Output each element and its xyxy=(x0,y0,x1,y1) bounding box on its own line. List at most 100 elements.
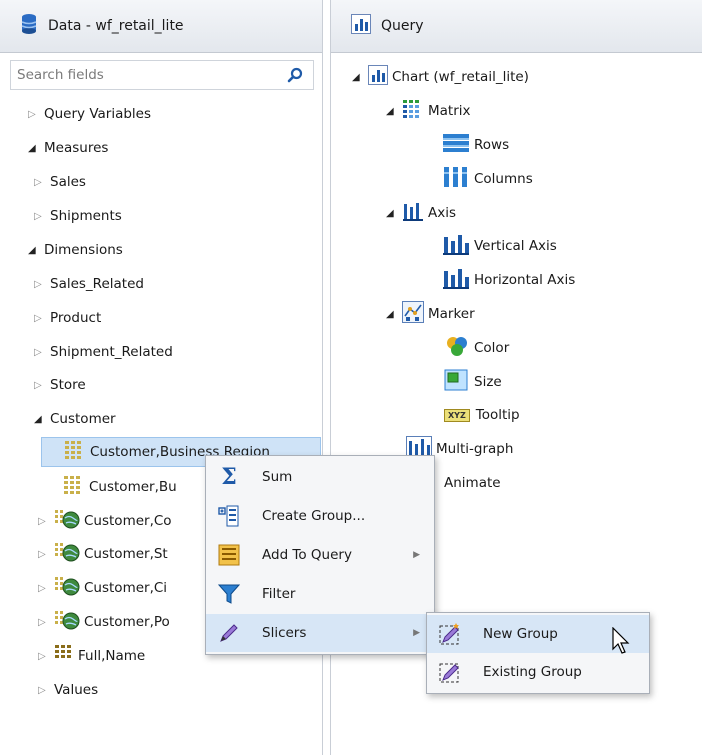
tree-label: Measures xyxy=(44,140,109,156)
tree-label: Shipment_Related xyxy=(50,344,173,360)
collapse-arrow-icon[interactable]: ◢ xyxy=(386,309,402,320)
context-menu: Σ Sum Create Group... Add To Query ▶ Fil… xyxy=(205,455,435,655)
data-panel-header: Data - wf_retail_lite xyxy=(0,0,322,53)
tree-label: Shipments xyxy=(50,208,122,224)
menu-item-add-to-query[interactable]: Add To Query ▶ xyxy=(206,536,434,574)
search-input[interactable]: Search fields xyxy=(10,60,314,90)
tree-item-tooltip[interactable]: XYZ Tooltip xyxy=(444,402,520,428)
tree-item-vertical-axis[interactable]: Vertical Axis xyxy=(442,233,557,259)
columns-icon xyxy=(442,166,470,192)
tree-label: Dimensions xyxy=(44,242,123,258)
search-icon[interactable] xyxy=(287,67,303,87)
color-icon xyxy=(444,335,470,361)
expand-arrow-icon[interactable]: ▷ xyxy=(34,313,50,324)
submenu-arrow-icon: ▶ xyxy=(413,628,420,638)
tree-label: Rows xyxy=(474,137,510,153)
tree-item-customer-st[interactable]: ▷ Customer,St xyxy=(38,541,168,567)
slicers-pen-icon xyxy=(216,620,242,646)
menu-label: Existing Group xyxy=(483,664,582,680)
tree-item-animate[interactable]: Animate xyxy=(444,470,501,496)
tree-item-product[interactable]: ▷ Product xyxy=(34,305,101,331)
tree-label: Marker xyxy=(428,306,475,322)
tree-item-matrix[interactable]: ◢ Matrix xyxy=(386,98,471,124)
tree-item-measures[interactable]: ◢ Measures xyxy=(28,135,108,161)
tree-item-customer-co[interactable]: ▷ Customer,Co xyxy=(38,508,172,534)
tree-label: Color xyxy=(474,340,510,356)
tree-item-store[interactable]: ▷ Store xyxy=(34,372,86,398)
tree-item-columns[interactable]: Columns xyxy=(442,166,533,192)
tree-label: Query Variables xyxy=(44,106,152,122)
tree-item-rows[interactable]: Rows xyxy=(442,132,509,158)
axis-icon xyxy=(402,201,424,225)
expand-arrow-icon[interactable]: ▷ xyxy=(34,279,50,290)
tree-item-dimensions[interactable]: ◢ Dimensions xyxy=(28,237,123,263)
tree-item-axis[interactable]: ◢ Axis xyxy=(386,200,456,226)
expand-arrow-icon[interactable]: ▷ xyxy=(34,380,50,391)
menu-item-sum[interactable]: Σ Sum xyxy=(206,458,434,496)
collapse-arrow-icon[interactable]: ◢ xyxy=(28,245,44,256)
expand-arrow-icon[interactable]: ▷ xyxy=(28,109,44,120)
expand-arrow-icon[interactable]: ▷ xyxy=(38,583,54,594)
dimension-grid-icon xyxy=(63,475,85,499)
hierarchy-globe-icon xyxy=(54,609,80,635)
collapse-arrow-icon[interactable]: ◢ xyxy=(34,414,50,425)
expand-arrow-icon[interactable]: ▷ xyxy=(38,651,54,662)
collapse-arrow-icon[interactable]: ◢ xyxy=(386,208,402,219)
tree-item-color[interactable]: Color xyxy=(444,335,509,361)
hierarchy-globe-icon xyxy=(54,575,80,601)
tree-item-customer[interactable]: ◢ Customer xyxy=(34,406,116,432)
menu-item-filter[interactable]: Filter xyxy=(206,575,434,613)
search-placeholder: Search fields xyxy=(17,67,104,83)
expand-arrow-icon[interactable]: ▷ xyxy=(34,177,50,188)
expand-arrow-icon[interactable]: ▷ xyxy=(38,685,54,696)
tree-label: Customer,Po xyxy=(84,614,170,630)
existing-group-icon xyxy=(437,659,463,685)
sigma-icon: Σ xyxy=(221,464,237,490)
tree-label: Product xyxy=(50,310,102,326)
menu-item-create-group[interactable]: Create Group... xyxy=(206,497,434,535)
menu-label: Slicers xyxy=(262,625,307,641)
tree-label: Sales_Related xyxy=(50,276,144,292)
expand-arrow-icon[interactable]: ▷ xyxy=(34,347,50,358)
menu-label: New Group xyxy=(483,626,558,642)
hierarchy-globe-icon xyxy=(54,508,80,534)
tree-label: Tooltip xyxy=(475,407,520,423)
tree-item-customer-po[interactable]: ▷ Customer,Po xyxy=(38,609,170,635)
tree-item-full-name[interactable]: ▷ Full,Name xyxy=(38,643,145,669)
expand-arrow-icon[interactable]: ▷ xyxy=(34,211,50,222)
collapse-arrow-icon[interactable]: ◢ xyxy=(386,106,402,117)
tree-item-chart[interactable]: ◢ Chart (wf_retail_lite) xyxy=(352,64,529,90)
tree-label: Matrix xyxy=(428,103,471,119)
collapse-arrow-icon[interactable]: ◢ xyxy=(28,143,44,154)
expand-arrow-icon[interactable]: ▷ xyxy=(38,516,54,527)
tree-item-customer-ci[interactable]: ▷ Customer,Ci xyxy=(38,575,167,601)
tree-item-marker[interactable]: ◢ Marker xyxy=(386,301,475,327)
tree-item-size[interactable]: Size xyxy=(444,369,502,395)
tree-label: Store xyxy=(50,377,86,393)
tree-item-shipments[interactable]: ▷ Shipments xyxy=(34,203,122,229)
chart-icon xyxy=(368,65,388,89)
tree-label: Multi-graph xyxy=(436,441,514,457)
menu-label: Create Group... xyxy=(262,508,366,524)
menu-item-slicers[interactable]: Slicers ▶ xyxy=(206,614,434,652)
tree-item-shipment-related[interactable]: ▷ Shipment_Related xyxy=(34,339,173,365)
tree-label: Full,Name xyxy=(78,648,146,664)
tree-item-values[interactable]: ▷ Values xyxy=(38,677,98,703)
tooltip-xyz-icon: XYZ xyxy=(444,408,470,422)
submenu-arrow-icon: ▶ xyxy=(413,550,420,560)
tree-item-query-variables[interactable]: ▷ Query Variables xyxy=(28,101,151,127)
tree-item-sales-related[interactable]: ▷ Sales_Related xyxy=(34,271,144,297)
expand-arrow-icon[interactable]: ▷ xyxy=(38,549,54,560)
tree-label: Animate xyxy=(444,475,501,491)
horizontal-axis-icon xyxy=(442,267,470,293)
collapse-arrow-icon[interactable]: ◢ xyxy=(352,72,368,83)
tree-item-customer-bu[interactable]: Customer,Bu xyxy=(63,474,177,500)
mouse-cursor-icon xyxy=(612,626,630,659)
database-icon xyxy=(20,13,38,39)
chart-icon xyxy=(351,14,371,38)
menu-label: Filter xyxy=(262,586,296,602)
tree-item-horizontal-axis[interactable]: Horizontal Axis xyxy=(442,267,575,293)
hierarchy-globe-icon xyxy=(54,541,80,567)
expand-arrow-icon[interactable]: ▷ xyxy=(38,617,54,628)
tree-item-sales[interactable]: ▷ Sales xyxy=(34,169,86,195)
